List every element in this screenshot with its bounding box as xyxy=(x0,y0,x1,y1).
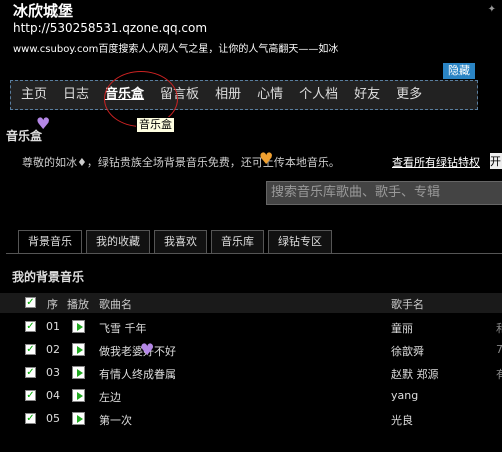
row-checkbox[interactable]: ✓ xyxy=(25,413,36,424)
table-row: ✓ 01 飞雪 千年 童丽 和 xyxy=(0,316,502,339)
row-extra: 7 xyxy=(496,343,502,356)
song-name[interactable]: 飞雪 千年 xyxy=(99,320,147,336)
row-checkbox[interactable]: ✓ xyxy=(25,344,36,355)
row-extra: 和 xyxy=(496,322,502,335)
header-play: 播放 xyxy=(67,298,89,311)
tab-green-diamond[interactable]: 绿钻专区 xyxy=(268,230,332,253)
tab-my-likes[interactable]: 我喜欢 xyxy=(154,230,207,253)
nav-item-home[interactable]: 主页 xyxy=(13,80,55,110)
row-extra: 有 xyxy=(496,368,502,381)
row-num: 02 xyxy=(46,343,60,356)
nav-item-friends[interactable]: 好友 xyxy=(346,80,388,110)
site-url[interactable]: http://530258531.qzone.qq.com xyxy=(13,21,207,35)
singer-name[interactable]: 赵默 郑源 xyxy=(391,366,439,382)
table-row: ✓ 02 做我老婆好不好 徐歆舜 7 xyxy=(0,339,502,362)
heart-orange-icon: ♥ xyxy=(259,149,274,168)
singer-name[interactable]: 童丽 xyxy=(391,320,413,336)
table-row: ✓ 04 左边 yang xyxy=(0,385,502,408)
heart-purple-icon: ♥ xyxy=(140,340,155,359)
main-nav: 主页 日志 音乐盒 留言板 相册 心情 个人档 好友 更多 xyxy=(10,80,478,110)
song-name[interactable]: 有情人终成眷属 xyxy=(99,366,176,382)
singer-name[interactable]: yang xyxy=(391,389,418,402)
tab-music-library[interactable]: 音乐库 xyxy=(211,230,264,253)
hide-button[interactable]: 隐藏 xyxy=(443,63,475,79)
view-privileges-link[interactable]: 查看所有绿钻特权 xyxy=(392,154,480,170)
header-num: 序 xyxy=(47,298,58,311)
notice-text: 尊敬的如冰♦，绿钻贵族全场背景音乐免费，还可上传本地音乐。 xyxy=(22,154,340,170)
list-title: 我的背景音乐 xyxy=(12,270,85,284)
row-num: 04 xyxy=(46,389,60,402)
tab-my-collection[interactable]: 我的收藏 xyxy=(86,230,150,253)
table-header: ✓ 序 播放 歌曲名 歌手名 xyxy=(0,293,502,313)
music-tabs: 背景音乐 我的收藏 我喜欢 音乐库 绿钻专区 xyxy=(18,230,336,253)
play-icon[interactable] xyxy=(72,320,85,333)
open-button[interactable]: 开 xyxy=(490,153,502,169)
row-checkbox[interactable]: ✓ xyxy=(25,390,36,401)
nav-item-mood[interactable]: 心情 xyxy=(249,80,291,110)
row-checkbox[interactable]: ✓ xyxy=(25,321,36,332)
table-row: ✓ 05 第一次 光良 xyxy=(0,408,502,431)
play-icon[interactable] xyxy=(72,412,85,425)
select-all-checkbox[interactable]: ✓ xyxy=(25,297,36,308)
header-song: 歌曲名 xyxy=(99,298,132,311)
singer-name[interactable]: 徐歆舜 xyxy=(391,343,424,359)
tooltip: 音乐盒 xyxy=(136,117,175,133)
site-title: 冰欣城堡 xyxy=(13,2,74,20)
singer-name[interactable]: 光良 xyxy=(391,412,413,428)
music-search-input[interactable]: 搜索音乐库歌曲、歌手、专辑 xyxy=(266,181,502,205)
nav-item-more[interactable]: 更多 xyxy=(388,80,430,110)
song-name[interactable]: 做我老婆好不好 xyxy=(99,343,176,359)
notice-username: 尊敬的如冰 xyxy=(22,156,77,169)
song-name[interactable]: 左边 xyxy=(99,389,121,405)
table-row: ✓ 03 有情人终成眷属 赵默 郑源 有 xyxy=(0,362,502,385)
play-icon[interactable] xyxy=(72,366,85,379)
play-icon[interactable] xyxy=(72,389,85,402)
row-num: 01 xyxy=(46,320,60,333)
play-icon[interactable] xyxy=(72,343,85,356)
site-slogan: www.csuboy.com百度搜索人人网人气之星，让你的人气高翻天——如冰 xyxy=(13,44,339,55)
tab-divider xyxy=(6,253,502,254)
nav-item-album[interactable]: 相册 xyxy=(207,80,249,110)
row-checkbox[interactable]: ✓ xyxy=(25,367,36,378)
row-num: 05 xyxy=(46,412,60,425)
sparkle-icon: ✦ xyxy=(487,4,496,15)
diamond-icon: ♦ xyxy=(77,156,87,169)
header-singer: 歌手名 xyxy=(391,298,424,311)
nav-item-profile[interactable]: 个人档 xyxy=(291,80,346,110)
row-num: 03 xyxy=(46,366,60,379)
notice-body: ，绿钻贵族全场背景音乐免费，还可上传本地音乐。 xyxy=(86,156,340,169)
nav-item-blog[interactable]: 日志 xyxy=(55,80,97,110)
heart-cursor-icon: ♥ xyxy=(36,114,51,133)
tab-background-music[interactable]: 背景音乐 xyxy=(18,230,82,253)
song-name[interactable]: 第一次 xyxy=(99,412,132,428)
